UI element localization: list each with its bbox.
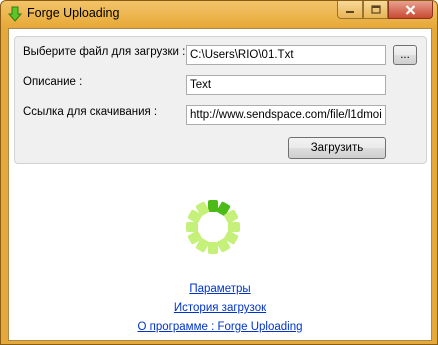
spinner-segment bbox=[228, 222, 240, 232]
maximize-button[interactable] bbox=[363, 1, 388, 19]
file-label: Выберите файл для загрузки : bbox=[23, 46, 186, 58]
file-path-input[interactable] bbox=[186, 45, 386, 65]
description-label: Описание : bbox=[23, 76, 83, 88]
window-title: Forge Uploading bbox=[27, 6, 120, 20]
about-link[interactable]: О программе : Forge Uploading bbox=[9, 321, 431, 333]
app-window: Forge Uploading Выберите файл для загруз… bbox=[0, 0, 438, 345]
history-link[interactable]: История загрузок bbox=[9, 302, 431, 314]
browse-button[interactable]: ... bbox=[393, 45, 417, 65]
close-button[interactable] bbox=[388, 1, 433, 19]
upload-button[interactable]: Загрузить bbox=[288, 137, 386, 159]
download-link-label: Ссылка для скачивания : bbox=[23, 106, 158, 118]
spinner-segment bbox=[186, 222, 198, 232]
app-download-icon bbox=[7, 6, 23, 22]
minimize-button[interactable] bbox=[337, 1, 363, 19]
title-bar[interactable]: Forge Uploading bbox=[1, 1, 437, 27]
settings-link[interactable]: Параметры bbox=[9, 283, 431, 295]
minimize-icon bbox=[346, 10, 354, 13]
download-link-input[interactable] bbox=[186, 105, 386, 125]
close-icon bbox=[405, 4, 416, 15]
spinner-segment bbox=[208, 242, 218, 254]
loading-spinner-icon bbox=[186, 200, 240, 254]
maximize-icon bbox=[370, 5, 381, 14]
spinner-segment bbox=[208, 200, 218, 212]
description-input[interactable] bbox=[186, 75, 386, 95]
client-area: Выберите файл для загрузки : ... Описани… bbox=[8, 28, 432, 341]
upload-form-panel: Выберите файл для загрузки : ... Описани… bbox=[14, 36, 427, 164]
